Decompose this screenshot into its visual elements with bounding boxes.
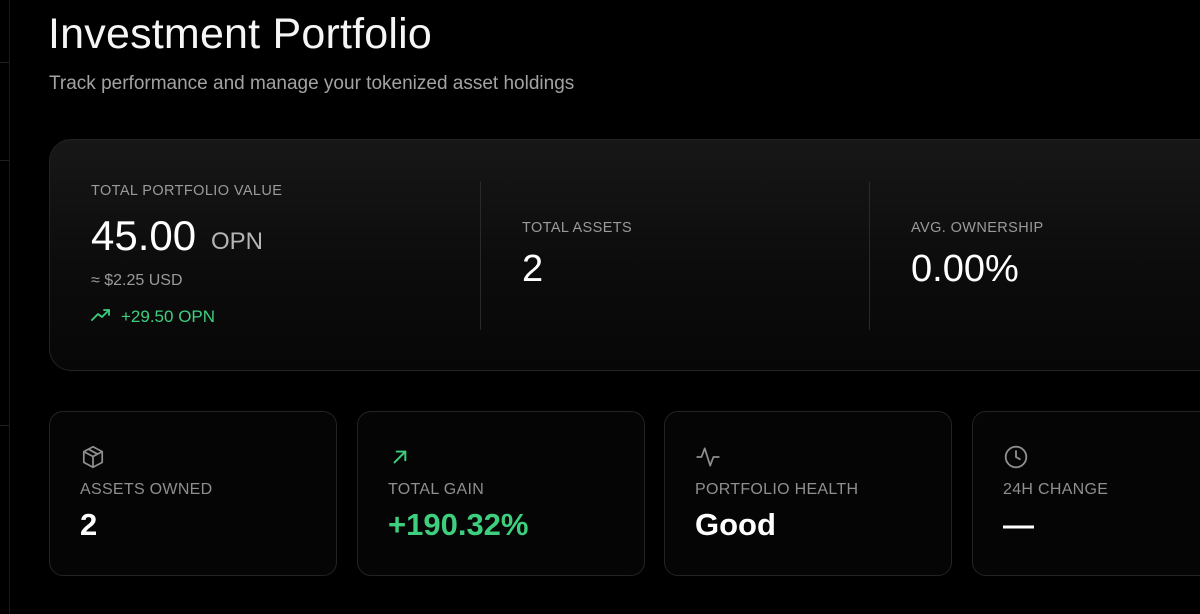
- stat-label: ASSETS OWNED: [80, 481, 213, 498]
- stat-card-24h-change[interactable]: 24H CHANGE —: [972, 411, 1200, 576]
- trending-up-icon: [91, 307, 111, 327]
- box-icon: [80, 444, 106, 470]
- sidebar-divider: [0, 425, 9, 426]
- sidebar-divider: [0, 62, 9, 63]
- avg-ownership-label: AVG. OWNERSHIP: [911, 220, 1044, 236]
- summary-divider: [480, 182, 481, 330]
- stat-label: TOTAL GAIN: [388, 481, 485, 498]
- avg-ownership-value: 0.00%: [911, 248, 1019, 290]
- total-portfolio-value-amount: 45.00: [91, 212, 197, 259]
- stat-value: +190.32%: [388, 507, 529, 542]
- total-portfolio-value-label: TOTAL PORTFOLIO VALUE: [91, 183, 283, 199]
- usd-equivalent: ≈ $2.25 USD: [91, 272, 183, 289]
- stat-value: —: [1003, 507, 1034, 542]
- stat-card-total-gain[interactable]: TOTAL GAIN +190.32%: [357, 411, 645, 576]
- stat-label: PORTFOLIO HEALTH: [695, 481, 859, 498]
- sidebar-divider: [0, 160, 9, 161]
- summary-divider: [869, 182, 870, 330]
- total-assets-value: 2: [522, 248, 544, 290]
- activity-icon: [695, 444, 721, 470]
- page-title: Investment Portfolio: [48, 10, 433, 58]
- page-subtitle: Track performance and manage your tokeni…: [49, 73, 575, 94]
- portfolio-summary-card: TOTAL PORTFOLIO VALUE 45.00 OPN ≈ $2.25 …: [49, 139, 1200, 371]
- arrow-up-right-icon: [388, 444, 414, 470]
- value-change: +29.50 OPN: [91, 307, 215, 327]
- stat-label: 24H CHANGE: [1003, 481, 1109, 498]
- sidebar-edge: [9, 0, 10, 614]
- stat-value: Good: [695, 507, 776, 542]
- stat-card-portfolio-health[interactable]: PORTFOLIO HEALTH Good: [664, 411, 952, 576]
- clock-icon: [1003, 444, 1029, 470]
- total-portfolio-value-unit: OPN: [211, 228, 264, 255]
- value-change-text: +29.50 OPN: [121, 307, 216, 326]
- total-assets-label: TOTAL ASSETS: [522, 220, 633, 236]
- stat-card-assets-owned[interactable]: ASSETS OWNED 2: [49, 411, 337, 576]
- stat-value: 2: [80, 507, 98, 542]
